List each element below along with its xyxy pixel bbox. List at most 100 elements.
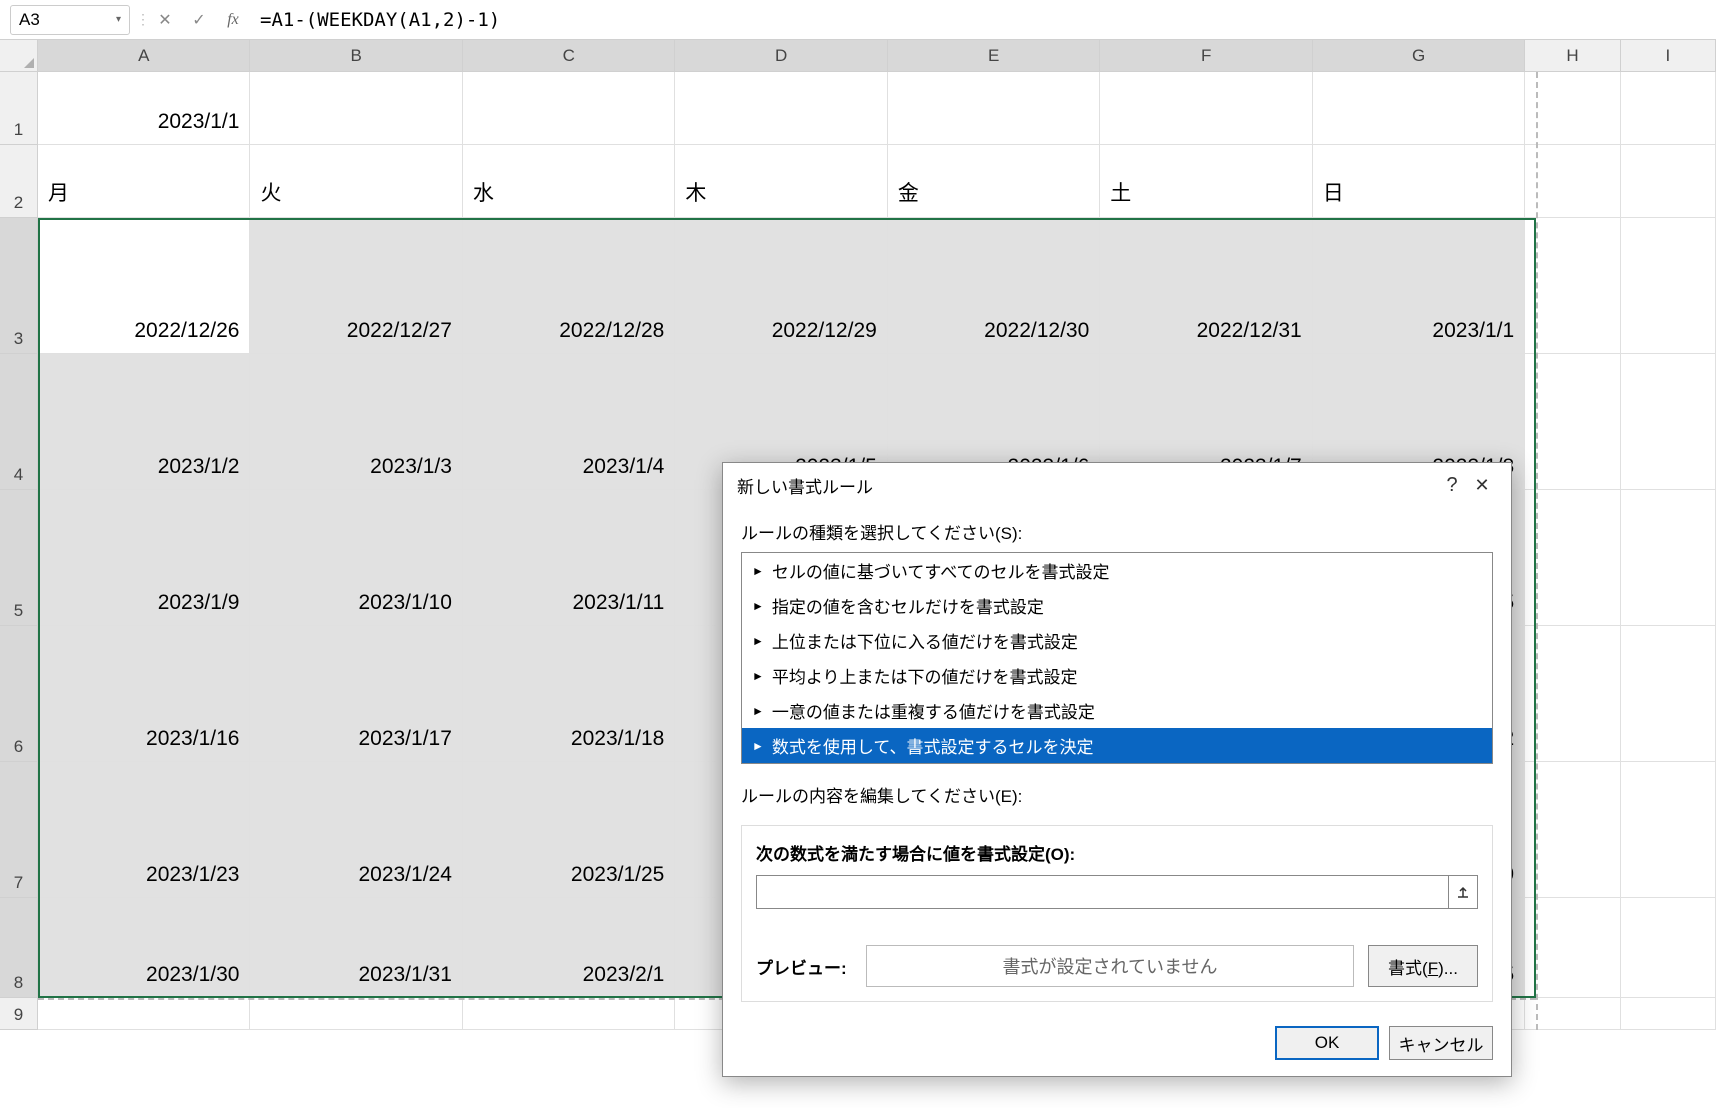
cell[interactable]	[463, 72, 675, 145]
cell[interactable]	[1525, 218, 1620, 354]
arrow-icon: ►	[752, 739, 764, 753]
close-icon[interactable]: ✕	[1467, 475, 1497, 496]
cell[interactable]: 2023/1/2	[38, 354, 250, 490]
cell[interactable]: 2023/1/23	[38, 762, 250, 898]
cell[interactable]: 日	[1313, 145, 1525, 218]
cell[interactable]: 2023/1/1	[38, 72, 250, 145]
column-header[interactable]: I	[1621, 40, 1716, 72]
separator: ⋮	[136, 8, 142, 32]
row-header[interactable]: 2	[0, 145, 38, 218]
cell[interactable]	[1621, 898, 1716, 998]
cell[interactable]	[1621, 762, 1716, 898]
column-header[interactable]: C	[463, 40, 675, 72]
cell[interactable]: 水	[463, 145, 675, 218]
row-header[interactable]: 1	[0, 72, 38, 145]
name-box[interactable]: A3 ▾	[10, 5, 130, 35]
cell[interactable]	[1621, 998, 1716, 1030]
cell[interactable]	[1621, 218, 1716, 354]
cell[interactable]: 2022/12/27	[250, 218, 462, 354]
cell[interactable]: 2023/1/24	[250, 762, 462, 898]
row-header[interactable]: 6	[0, 626, 38, 762]
cell[interactable]	[1313, 72, 1525, 145]
cell[interactable]: 2023/1/10	[250, 490, 462, 626]
enter-formula-icon[interactable]: ✓	[186, 7, 212, 33]
cell[interactable]: 月	[38, 145, 250, 218]
cell[interactable]	[1525, 354, 1620, 490]
cell[interactable]	[1525, 762, 1620, 898]
row-header[interactable]: 5	[0, 490, 38, 626]
cell[interactable]: 2023/1/18	[463, 626, 675, 762]
cell[interactable]	[1100, 72, 1312, 145]
cell[interactable]: 2023/1/25	[463, 762, 675, 898]
rule-formula-input[interactable]	[756, 875, 1449, 909]
row-header[interactable]: 3	[0, 218, 38, 354]
cell[interactable]: 2022/12/28	[463, 218, 675, 354]
cell[interactable]: 2023/1/3	[250, 354, 462, 490]
rule-type-item[interactable]: ►数式を使用して、書式設定するセルを決定	[742, 728, 1492, 763]
row-header[interactable]: 4	[0, 354, 38, 490]
cell[interactable]: 2023/1/9	[38, 490, 250, 626]
cell[interactable]	[1621, 490, 1716, 626]
column-header[interactable]: E	[888, 40, 1100, 72]
collapse-dialog-icon[interactable]	[1448, 875, 1478, 909]
cancel-formula-icon[interactable]: ✕	[152, 7, 178, 33]
cell[interactable]: 木	[675, 145, 887, 218]
cell[interactable]	[1621, 626, 1716, 762]
cell[interactable]	[1525, 72, 1620, 145]
cell[interactable]	[1525, 998, 1620, 1030]
row-header[interactable]: 8	[0, 898, 38, 998]
cell[interactable]	[38, 998, 250, 1030]
row-header[interactable]: 9	[0, 998, 38, 1030]
chevron-down-icon[interactable]: ▾	[116, 14, 121, 25]
cell[interactable]: 2022/12/31	[1100, 218, 1312, 354]
cell[interactable]: 2023/1/16	[38, 626, 250, 762]
cell[interactable]: 金	[888, 145, 1100, 218]
cell[interactable]	[1525, 145, 1620, 218]
cell[interactable]: 土	[1100, 145, 1312, 218]
cell[interactable]	[1525, 626, 1620, 762]
ok-button[interactable]: OK	[1275, 1026, 1379, 1060]
dialog-titlebar[interactable]: 新しい書式ルール ? ✕	[723, 463, 1511, 507]
column-header[interactable]: B	[250, 40, 462, 72]
cell[interactable]	[1525, 898, 1620, 998]
column-header[interactable]: F	[1100, 40, 1312, 72]
cell[interactable]	[1621, 72, 1716, 145]
cell[interactable]: 2022/12/26	[38, 218, 250, 354]
format-button[interactable]: 書式(F)...	[1368, 945, 1478, 987]
rule-type-item[interactable]: ►平均より上または下の値だけを書式設定	[742, 658, 1492, 693]
cell[interactable]: 2022/12/30	[888, 218, 1100, 354]
cell[interactable]: 2023/1/1	[1313, 218, 1525, 354]
dialog-title: 新しい書式ルール	[737, 473, 1437, 498]
cell[interactable]	[675, 72, 887, 145]
cell[interactable]: 2022/12/29	[675, 218, 887, 354]
cell[interactable]	[250, 72, 462, 145]
cell[interactable]	[1621, 354, 1716, 490]
rule-type-item[interactable]: ►指定の値を含むセルだけを書式設定	[742, 588, 1492, 623]
cell[interactable]	[888, 72, 1100, 145]
cell[interactable]	[463, 998, 675, 1030]
cell[interactable]: 2023/2/1	[463, 898, 675, 998]
formula-input[interactable]	[250, 5, 1716, 35]
column-header[interactable]: D	[675, 40, 887, 72]
fx-icon[interactable]: fx	[220, 7, 246, 33]
cell[interactable]	[250, 998, 462, 1030]
cell[interactable]	[1525, 490, 1620, 626]
cell[interactable]: 2023/1/4	[463, 354, 675, 490]
row-header[interactable]: 7	[0, 762, 38, 898]
rule-type-item[interactable]: ►上位または下位に入る値だけを書式設定	[742, 623, 1492, 658]
help-icon[interactable]: ?	[1437, 474, 1467, 497]
cancel-button[interactable]: キャンセル	[1389, 1026, 1493, 1060]
column-header[interactable]: A	[38, 40, 250, 72]
column-header[interactable]: G	[1313, 40, 1525, 72]
rule-type-list[interactable]: ►セルの値に基づいてすべてのセルを書式設定►指定の値を含むセルだけを書式設定►上…	[741, 552, 1493, 764]
cell[interactable]: 2023/1/17	[250, 626, 462, 762]
cell[interactable]: 2023/1/31	[250, 898, 462, 998]
rule-type-item[interactable]: ►セルの値に基づいてすべてのセルを書式設定	[742, 553, 1492, 588]
cell[interactable]	[1621, 145, 1716, 218]
column-header[interactable]: H	[1525, 40, 1620, 72]
cell[interactable]: 2023/1/11	[463, 490, 675, 626]
cell[interactable]: 2023/1/30	[38, 898, 250, 998]
select-all-button[interactable]	[0, 40, 38, 72]
rule-type-item[interactable]: ►一意の値または重複する値だけを書式設定	[742, 693, 1492, 728]
cell[interactable]: 火	[250, 145, 462, 218]
